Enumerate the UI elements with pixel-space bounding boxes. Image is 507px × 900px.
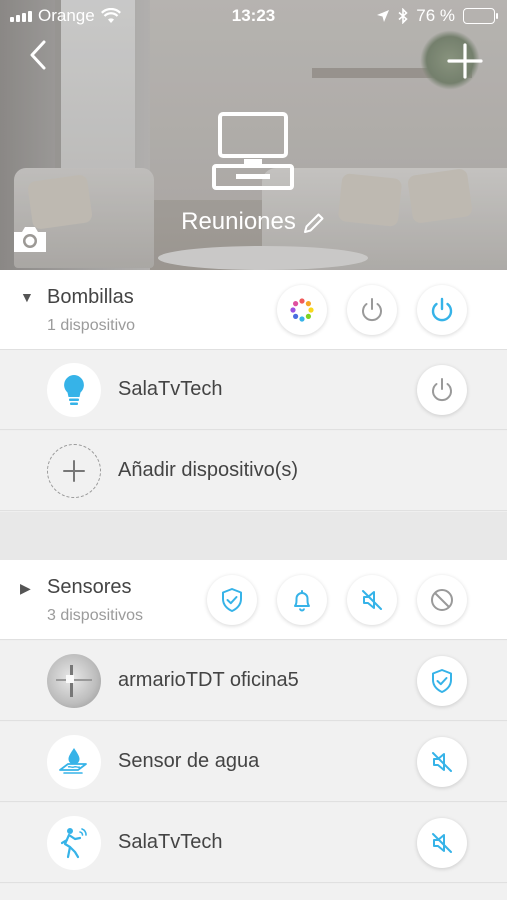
device-row[interactable]: armarioTDT oficina5: [0, 641, 507, 721]
room-header: Orange 13:23 76 % Reuniones: [0, 0, 507, 270]
add-icon[interactable]: [446, 42, 484, 80]
group-bulbs[interactable]: ▼ Bombillas 1 dispositivo: [0, 270, 507, 350]
all-on-button[interactable]: [417, 285, 467, 335]
device-avatar: [47, 816, 101, 870]
power-off-icon: [362, 298, 382, 322]
alarm-all-button[interactable]: [277, 575, 327, 625]
edit-icon[interactable]: [302, 211, 326, 235]
arm-all-button[interactable]: [207, 575, 257, 625]
device-name: SalaTvTech: [118, 378, 223, 400]
block-icon: [431, 589, 453, 611]
add-device-avatar: [47, 444, 101, 498]
back-icon[interactable]: [22, 38, 56, 72]
bulb-icon: [64, 375, 84, 405]
door-sensor-icon: [56, 665, 92, 697]
plus-icon: [63, 460, 85, 482]
group-title: Sensores: [47, 576, 132, 598]
mute-icon: [362, 590, 382, 610]
all-off-button[interactable]: [347, 285, 397, 335]
device-row[interactable]: Sensor de agua: [0, 722, 507, 802]
device-name: SalaTvTech: [118, 831, 223, 853]
device-arm-button[interactable]: [417, 656, 467, 706]
disable-all-button[interactable]: [417, 575, 467, 625]
device-row-partial: [0, 884, 507, 900]
mute-all-button[interactable]: [347, 575, 397, 625]
color-wheel-button[interactable]: [277, 285, 327, 335]
add-device-row[interactable]: Añadir dispositivo(s): [0, 431, 507, 511]
caret-right-icon[interactable]: ▶: [20, 580, 31, 597]
caret-down-icon[interactable]: ▼: [20, 289, 34, 305]
device-row[interactable]: SalaTvTech: [0, 350, 507, 430]
water-sensor-icon: [59, 748, 87, 774]
device-avatar: [47, 363, 101, 417]
tv-icon: [212, 112, 294, 190]
room-title[interactable]: Reuniones: [0, 208, 507, 236]
location-icon: [377, 10, 390, 22]
add-device-label: Añadir dispositivo(s): [118, 459, 299, 481]
device-power-button[interactable]: [417, 365, 467, 415]
shield-icon: [432, 669, 452, 693]
group-sensors[interactable]: ▶ Sensores 3 dispositivos: [0, 560, 507, 640]
room-name: Reuniones: [181, 208, 296, 235]
bell-icon: [294, 590, 310, 612]
status-bar: Orange 13:23 76 %: [0, 0, 507, 30]
mute-icon: [432, 833, 452, 853]
battery-percent: 76 %: [416, 6, 455, 25]
status-right: 76 %: [376, 6, 498, 26]
camera-icon[interactable]: [12, 224, 48, 254]
color-wheel-icon: [290, 298, 314, 322]
device-name: armarioTDT oficina5: [118, 669, 299, 691]
mute-icon: [432, 752, 452, 772]
group-title: Bombillas: [47, 286, 134, 308]
power-icon: [432, 378, 452, 402]
bluetooth-icon: [398, 8, 408, 24]
battery-icon: [463, 8, 498, 24]
device-name: Sensor de agua: [118, 750, 260, 772]
group-device-count: 3 dispositivos: [47, 607, 144, 624]
group-device-count: 1 dispositivo: [47, 317, 136, 334]
device-row[interactable]: SalaTvTech: [0, 803, 507, 883]
door-sensor-photo: [47, 654, 101, 708]
shield-icon: [222, 588, 242, 612]
section-spacer: [0, 512, 507, 560]
device-avatar: [47, 735, 101, 789]
device-mute-button[interactable]: [417, 737, 467, 787]
power-on-icon: [431, 297, 453, 322]
device-mute-button[interactable]: [417, 818, 467, 868]
motion-sensor-icon: [60, 828, 87, 859]
